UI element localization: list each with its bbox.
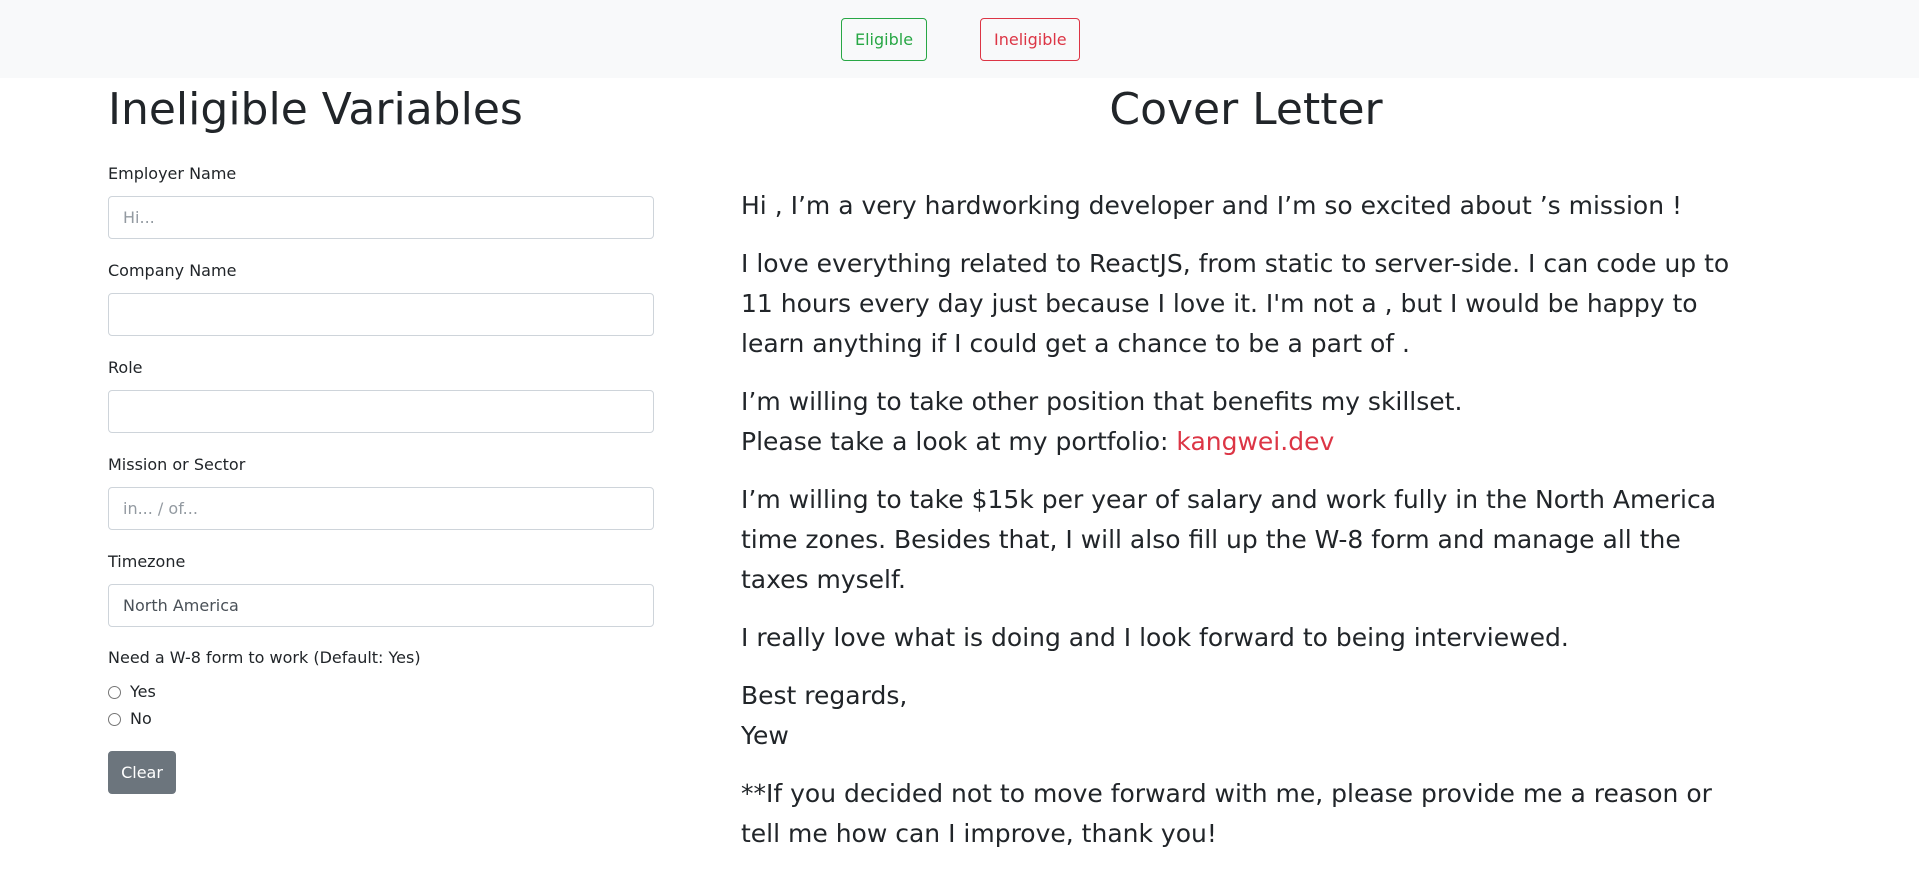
clear-button[interactable]: Clear: [108, 751, 176, 794]
letter-closing: Best regards,: [741, 681, 908, 710]
w8-yes-label: Yes: [130, 682, 156, 701]
letter-signoff: Best regards, Yew: [741, 676, 1751, 756]
mission-sector-placeholder: in... / of...: [123, 499, 198, 518]
w8-no-option[interactable]: No: [108, 709, 152, 729]
letter-paragraph-salary: I’m willing to take $15k per year of sal…: [741, 485, 1717, 594]
timezone-value: North America: [123, 596, 239, 615]
timezone-input[interactable]: North America: [108, 584, 654, 627]
role-label: Role: [108, 358, 143, 377]
letter-paragraph-intro: Hi , I’m a very hardworking developer an…: [741, 191, 1683, 220]
letter-position-line: I’m willing to take other position that …: [741, 387, 1463, 416]
w8-yes-option[interactable]: Yes: [108, 682, 156, 702]
employer-name-label: Employer Name: [108, 164, 237, 183]
employer-name-placeholder: Hi...: [123, 208, 155, 227]
portfolio-link[interactable]: kangwei.dev: [1176, 427, 1334, 456]
w8-no-label: No: [130, 709, 152, 728]
cover-letter-title: Cover Letter: [1109, 84, 1383, 135]
letter-paragraph-skills: I love everything related to ReactJS, fr…: [741, 249, 1730, 358]
timezone-label: Timezone: [108, 552, 186, 571]
letter-signature: Yew: [741, 721, 789, 750]
eligible-button[interactable]: Eligible: [841, 18, 927, 61]
company-name-label: Company Name: [108, 261, 237, 280]
role-input[interactable]: [108, 390, 654, 433]
company-name-input[interactable]: [108, 293, 654, 336]
form-title: Ineligible Variables: [108, 84, 523, 135]
letter-portfolio-prefix: Please take a look at my portfolio:: [741, 427, 1177, 456]
cover-letter-body: Hi , I’m a very hardworking developer an…: [741, 186, 1751, 872]
employer-name-input[interactable]: Hi...: [108, 196, 654, 239]
top-nav-bar: Eligible Ineligible: [0, 0, 1919, 78]
letter-paragraph-interview: I really love what is doing and I look f…: [741, 623, 1569, 652]
letter-paragraph-feedback: **If you decided not to move forward wit…: [741, 779, 1712, 848]
w8-no-radio[interactable]: [108, 712, 121, 726]
mission-sector-label: Mission or Sector: [108, 455, 246, 474]
w8-yes-radio[interactable]: [108, 685, 121, 699]
w8-form-label: Need a W-8 form to work (Default: Yes): [108, 648, 421, 667]
mission-sector-input[interactable]: in... / of...: [108, 487, 654, 530]
letter-paragraph-portfolio: I’m willing to take other position that …: [741, 382, 1751, 462]
ineligible-button[interactable]: Ineligible: [980, 18, 1080, 61]
